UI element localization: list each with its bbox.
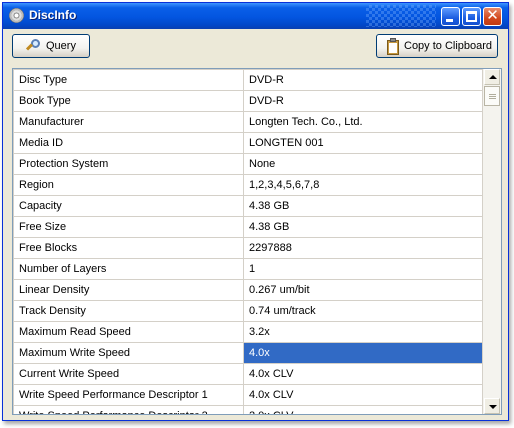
property-value[interactable]: LONGTEN 001 — [243, 132, 483, 154]
vertical-scrollbar[interactable] — [483, 69, 501, 414]
properties-grid[interactable]: Disc Type DVD-R Book Type DVD-R Manufacturer… — [12, 68, 502, 415]
property-value[interactable]: 1,2,3,4,5,6,7,8 — [243, 174, 483, 196]
close-button[interactable]: ✕ — [483, 7, 502, 26]
property-row[interactable]: Number of Layers 1 — [13, 258, 483, 280]
property-value[interactable]: 0.267 um/bit — [243, 279, 483, 301]
property-row[interactable]: Free Size 4.38 GB — [13, 216, 483, 238]
property-value[interactable]: 0.74 um/track — [243, 300, 483, 322]
clipboard-icon — [387, 37, 401, 55]
magnifier-icon — [25, 38, 43, 54]
maximize-button[interactable] — [462, 7, 481, 26]
property-value[interactable]: Longten Tech. Co., Ltd. — [243, 111, 483, 133]
property-row[interactable]: Protection System None — [13, 153, 483, 175]
property-row[interactable]: Capacity 4.38 GB — [13, 195, 483, 217]
property-name[interactable]: Media ID — [13, 132, 244, 154]
property-row[interactable]: Media ID LONGTEN 001 — [13, 132, 483, 154]
property-name[interactable]: Free Size — [13, 216, 244, 238]
maximize-icon — [466, 11, 477, 22]
property-value[interactable]: 3.2x — [243, 321, 483, 343]
property-row[interactable]: Book Type DVD-R — [13, 90, 483, 112]
property-name[interactable]: Book Type — [13, 90, 244, 112]
property-name[interactable]: Disc Type — [13, 69, 244, 91]
discinfo-window: DiscInfo ✕ Query Copy to Clipboard Disc … — [2, 2, 509, 421]
property-name[interactable]: Track Density — [13, 300, 244, 322]
property-name[interactable]: Number of Layers — [13, 258, 244, 280]
scroll-up-button[interactable] — [484, 69, 500, 85]
property-row[interactable]: Disc Type DVD-R — [13, 69, 483, 91]
property-row[interactable]: Current Write Speed 4.0x CLV — [13, 363, 483, 385]
property-value-selected[interactable]: 4.0x — [243, 342, 483, 364]
arrow-down-icon — [489, 405, 497, 409]
property-row[interactable]: Linear Density 0.267 um/bit — [13, 279, 483, 301]
property-value[interactable]: DVD-R — [243, 90, 483, 112]
property-value[interactable]: 4.38 GB — [243, 195, 483, 217]
property-value[interactable]: 4.38 GB — [243, 216, 483, 238]
minimize-icon — [446, 19, 453, 22]
property-row[interactable]: Maximum Write Speed 4.0x — [13, 342, 483, 364]
property-value[interactable]: 1 — [243, 258, 483, 280]
copy-to-clipboard-button[interactable]: Copy to Clipboard — [376, 34, 498, 58]
property-name[interactable]: Write Speed Performance Descriptor 1 — [13, 384, 244, 406]
close-icon: ✕ — [486, 6, 499, 24]
property-value[interactable]: 4.0x CLV — [243, 384, 483, 406]
minimize-button[interactable] — [441, 7, 460, 26]
property-row[interactable]: Write Speed Performance Descriptor 22.0x… — [13, 405, 483, 414]
property-value[interactable]: 4.0x CLV — [243, 363, 483, 385]
property-value[interactable]: 2297888 — [243, 237, 483, 259]
property-row[interactable]: Free Blocks 2297888 — [13, 237, 483, 259]
property-name[interactable]: Manufacturer — [13, 111, 244, 133]
property-name[interactable]: Region — [13, 174, 244, 196]
query-button-label: Query — [46, 40, 76, 52]
properties-table: Disc Type DVD-R Book Type DVD-R Manufacturer… — [13, 69, 483, 414]
property-value[interactable]: DVD-R — [243, 69, 483, 91]
scroll-thumb[interactable] — [484, 86, 500, 106]
property-row[interactable]: Write Speed Performance Descriptor 1 4.0x… — [13, 384, 483, 406]
title-bar[interactable]: DiscInfo ✕ — [3, 3, 508, 29]
property-name[interactable]: Maximum Write Speed — [13, 342, 244, 364]
property-row[interactable]: Manufacturer Longten Tech. Co., Ltd. — [13, 111, 483, 133]
scroll-down-button[interactable] — [484, 398, 500, 414]
property-value[interactable]: None — [243, 153, 483, 175]
window-title: DiscInfo — [29, 8, 77, 22]
query-button[interactable]: Query — [12, 34, 90, 58]
property-row[interactable]: Maximum Read Speed 3.2x — [13, 321, 483, 343]
property-name[interactable]: Capacity — [13, 195, 244, 217]
property-name[interactable]: Write Speed Performance Descriptor 2 — [13, 405, 244, 414]
property-row[interactable]: Track Density 0.74 um/track — [13, 300, 483, 322]
property-value[interactable]: 2.0x CLV — [243, 405, 483, 414]
property-name[interactable]: Protection System — [13, 153, 244, 175]
property-name[interactable]: Maximum Read Speed — [13, 321, 244, 343]
copy-button-label: Copy to Clipboard — [404, 40, 493, 52]
disc-icon[interactable] — [9, 8, 24, 23]
property-name[interactable]: Current Write Speed — [13, 363, 244, 385]
titlebar-pattern — [366, 5, 436, 27]
property-row[interactable]: Region 1,2,3,4,5,6,7,8 — [13, 174, 483, 196]
property-name[interactable]: Linear Density — [13, 279, 244, 301]
property-name[interactable]: Free Blocks — [13, 237, 244, 259]
arrow-up-icon — [489, 75, 497, 79]
